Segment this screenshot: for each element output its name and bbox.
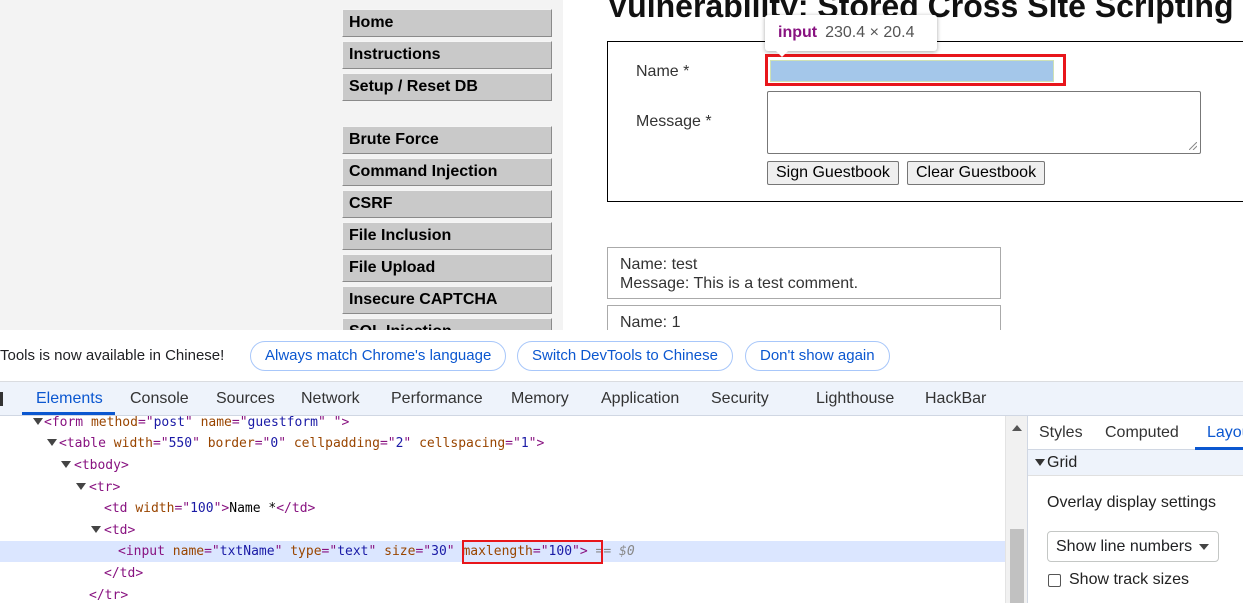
tab-console[interactable]: Console bbox=[130, 390, 189, 408]
collapse-triangle-icon[interactable] bbox=[1035, 459, 1045, 466]
side-panel-tabbar: Styles Computed Layout bbox=[1028, 416, 1243, 450]
tab-styles[interactable]: Styles bbox=[1039, 424, 1083, 442]
resize-grip-icon[interactable] bbox=[1189, 142, 1197, 150]
tab-elements[interactable]: Elements bbox=[36, 390, 103, 408]
infobar-message: Tools is now available in Chinese! bbox=[0, 347, 225, 364]
page-left-margin bbox=[0, 0, 323, 330]
expand-triangle-icon[interactable] bbox=[76, 483, 86, 490]
tooltip-tag: input bbox=[778, 24, 818, 41]
grid-section-label: Grid bbox=[1047, 454, 1078, 471]
devtools-language-infobar: Tools is now available in Chinese! Alway… bbox=[0, 330, 1243, 382]
tab-memory[interactable]: Memory bbox=[511, 390, 569, 408]
tab-performance[interactable]: Performance bbox=[391, 390, 483, 408]
nav-item-brute-force[interactable]: Brute Force bbox=[342, 126, 552, 154]
tab-application[interactable]: Application bbox=[601, 390, 679, 408]
expand-triangle-icon[interactable] bbox=[33, 418, 43, 425]
nav-item-setup-reset-db[interactable]: Setup / Reset DB bbox=[342, 73, 552, 101]
clear-guestbook-button[interactable]: Clear Guestbook bbox=[907, 161, 1046, 185]
tooltip-arrow-icon bbox=[775, 50, 789, 57]
active-tab-indicator bbox=[22, 412, 115, 415]
webpage-viewport: Home Instructions Setup / Reset DB Brute… bbox=[0, 0, 1243, 330]
track-sizes-label[interactable]: Show track sizes bbox=[1069, 571, 1189, 589]
tree-node-td-close[interactable]: </td> bbox=[0, 563, 1005, 584]
tab-sources[interactable]: Sources bbox=[216, 390, 275, 408]
always-match-language-button[interactable]: Always match Chrome's language bbox=[250, 341, 507, 371]
nav-item-sql-injection[interactable]: SQL Injection bbox=[342, 318, 552, 330]
devtools-tabbar: Elements Console Sources Network Perform… bbox=[0, 382, 1243, 416]
nav-item-csrf[interactable]: CSRF bbox=[342, 190, 552, 218]
tab-computed[interactable]: Computed bbox=[1105, 424, 1179, 442]
guestbook-comment: Name: 1 bbox=[607, 305, 1001, 330]
nav-item-instructions[interactable]: Instructions bbox=[342, 41, 552, 69]
tab-network[interactable]: Network bbox=[301, 390, 360, 408]
overlay-settings-label: Overlay display settings bbox=[1047, 494, 1216, 511]
line-numbers-select[interactable]: Show line numbers bbox=[1047, 531, 1219, 562]
nav-item-home[interactable]: Home bbox=[342, 9, 552, 37]
name-label: Name * bbox=[636, 63, 690, 80]
tab-hackbar[interactable]: HackBar bbox=[925, 390, 986, 408]
expand-triangle-icon[interactable] bbox=[61, 461, 71, 468]
elements-scrollbar[interactable] bbox=[1005, 416, 1027, 603]
elements-tree: <form method="post" name="guestform" "> … bbox=[0, 416, 1005, 603]
dont-show-again-button[interactable]: Don't show again bbox=[745, 341, 890, 371]
track-sizes-checkbox[interactable] bbox=[1048, 574, 1061, 587]
nav-item-insecure-captcha[interactable]: Insecure CAPTCHA bbox=[342, 286, 552, 314]
devtools-side-panel: Styles Computed Layout Grid Overlay disp… bbox=[1027, 416, 1243, 603]
comment-name: Name: 1 bbox=[620, 314, 681, 330]
nav-item-command-injection[interactable]: Command Injection bbox=[342, 158, 552, 186]
expand-triangle-icon[interactable] bbox=[47, 439, 57, 446]
grid-section-header[interactable]: Grid bbox=[1028, 450, 1243, 476]
expand-triangle-icon[interactable] bbox=[91, 526, 101, 533]
tree-node-td[interactable]: <td> bbox=[0, 520, 1005, 541]
select-value: Show line numbers bbox=[1056, 538, 1193, 555]
nav-item-file-upload[interactable]: File Upload bbox=[342, 254, 552, 282]
tree-node-tbody[interactable]: <tbody> bbox=[0, 455, 1005, 476]
scrollbar-thumb[interactable] bbox=[1010, 529, 1024, 603]
tree-node-form[interactable]: <form method="post" name="guestform" "> bbox=[0, 416, 1005, 433]
tree-node-table[interactable]: <table width="550" border="0" cellpaddin… bbox=[0, 433, 1005, 454]
tab-security[interactable]: Security bbox=[711, 390, 769, 408]
tree-node-td-name[interactable]: <td width="100">Name *</td> bbox=[0, 498, 1005, 519]
tree-node-tr[interactable]: <tr> bbox=[0, 477, 1005, 498]
comment-message: Message: This is a test comment. bbox=[620, 275, 859, 292]
inspect-icon[interactable] bbox=[0, 392, 3, 406]
tooltip-size: 230.4 × 20.4 bbox=[825, 24, 915, 41]
sign-guestbook-button[interactable]: Sign Guestbook bbox=[767, 161, 899, 185]
message-label: Message * bbox=[636, 113, 712, 130]
nav-item-file-inclusion[interactable]: File Inclusion bbox=[342, 222, 552, 250]
guestbook-comment: Name: test Message: This is a test comme… bbox=[607, 247, 1001, 299]
element-inspect-tooltip: input 230.4 × 20.4 bbox=[765, 15, 937, 51]
tab-lighthouse[interactable]: Lighthouse bbox=[816, 390, 894, 408]
switch-to-chinese-button[interactable]: Switch DevTools to Chinese bbox=[517, 341, 733, 371]
tree-node-tr-close[interactable]: </tr> bbox=[0, 585, 1005, 603]
annotation-box-maxlength bbox=[462, 540, 603, 564]
annotation-box-input bbox=[765, 54, 1066, 86]
chevron-down-icon bbox=[1199, 544, 1209, 550]
comment-name: Name: test bbox=[620, 256, 698, 273]
message-textarea[interactable] bbox=[767, 91, 1201, 154]
tab-layout[interactable]: Layout bbox=[1207, 424, 1243, 442]
scroll-up-arrow-icon[interactable] bbox=[1012, 425, 1022, 431]
